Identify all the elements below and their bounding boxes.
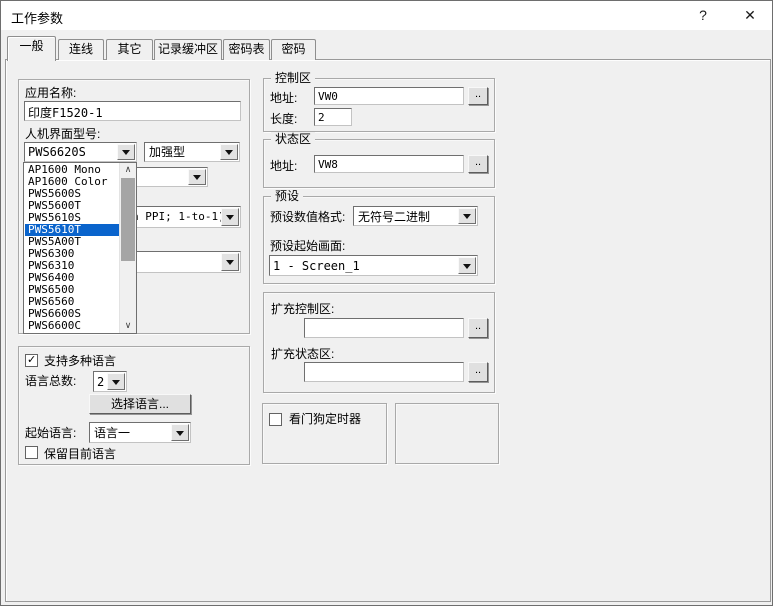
chevron-down-icon — [226, 215, 234, 224]
controller-value: a PPI; 1-to-1) — [132, 210, 224, 223]
hmi-model-dropdown-button[interactable] — [117, 144, 135, 160]
keep-language-label: 保留目前语言 — [44, 447, 116, 461]
preset-screen-label: 预设起始画面: — [270, 239, 345, 253]
extended-control-label: 扩充控制区: — [271, 302, 334, 316]
hmi-model-value: PWS6620S — [25, 143, 120, 159]
start-language-combobox[interactable]: 语言一 — [89, 422, 191, 443]
control-address-browse-button[interactable]: .. — [468, 87, 488, 105]
list-scrollbar[interactable]: ∧ ∨ — [119, 163, 136, 333]
chevron-down-icon — [225, 150, 233, 159]
model-type-dropdown-button[interactable] — [220, 144, 238, 160]
preset-screen-combobox[interactable]: 1 - Screen_1 — [269, 255, 478, 276]
control-area-legend: 控制区 — [271, 71, 315, 85]
close-button[interactable]: ✕ — [735, 5, 765, 25]
extended-status-browse-button[interactable]: .. — [468, 362, 488, 382]
preset-screen-dropdown-button[interactable] — [458, 257, 476, 274]
select-language-button[interactable]: 选择语言... — [89, 394, 191, 414]
app-name-input[interactable]: 印度F1520-1 — [24, 101, 241, 121]
preset-format-label: 预设数值格式: — [270, 210, 345, 224]
control-address-input[interactable]: VW0 — [314, 87, 464, 105]
help-button[interactable]: ? — [688, 5, 718, 25]
tab-password-table[interactable]: 密码表 — [223, 39, 270, 60]
tab-other[interactable]: 其它 — [106, 39, 153, 60]
dialog-title: 工作参数 — [11, 8, 63, 27]
scroll-up-icon[interactable]: ∧ — [120, 163, 136, 177]
status-address-input[interactable]: VW8 — [314, 155, 464, 173]
chevron-down-icon — [463, 264, 471, 273]
language-count-label: 语言总数: — [25, 374, 76, 388]
chevron-down-icon — [226, 260, 234, 269]
model-type-combobox[interactable]: 加强型 — [144, 142, 240, 162]
hmi-model-label: 人机界面型号: — [25, 127, 100, 141]
controller-dropdown-button[interactable] — [221, 208, 239, 226]
language-count-dropdown-button[interactable] — [107, 373, 125, 390]
extended-control-browse-button[interactable]: .. — [468, 318, 488, 338]
tab-general[interactable]: 一般 — [7, 36, 56, 61]
keep-language-checkbox[interactable] — [25, 446, 38, 459]
tab-password[interactable]: 密码 — [271, 39, 316, 60]
hmi-model-dropdown-list: AP1600 Mono AP1600 Color PWS5600S PWS560… — [23, 162, 137, 334]
title-bar — [1, 1, 772, 30]
model-list-items: AP1600 Mono AP1600 Color PWS5600S PWS560… — [25, 164, 119, 332]
scrollbar-thumb[interactable] — [121, 178, 135, 261]
row4-dropdown-button[interactable] — [221, 253, 239, 271]
extended-status-input[interactable] — [304, 362, 464, 382]
multi-language-checkbox[interactable] — [25, 354, 38, 367]
language-count-combobox[interactable]: 2 — [93, 371, 127, 392]
preset-screen-value: 1 - Screen_1 — [270, 256, 477, 273]
preset-format-combobox[interactable]: 无符号二进制 — [353, 206, 478, 226]
status-address-browse-button[interactable]: .. — [468, 155, 488, 173]
scroll-down-icon[interactable]: ∨ — [120, 319, 136, 333]
app-name-label: 应用名称: — [25, 86, 76, 100]
work-parameters-dialog: 工作参数 ? ✕ 一般 连线 其它 记录缓冲区 密码表 密码 应用名称: 印度F… — [0, 0, 773, 606]
chevron-down-icon — [176, 431, 184, 440]
watchdog-checkbox[interactable] — [269, 413, 282, 426]
chevron-down-icon — [463, 214, 471, 223]
preset-format-dropdown-button[interactable] — [458, 208, 476, 224]
start-language-label: 起始语言: — [25, 426, 76, 440]
control-length-input[interactable]: 2 — [314, 108, 352, 126]
tab-record-buffer[interactable]: 记录缓冲区 — [154, 39, 222, 60]
status-area-legend: 状态区 — [271, 132, 315, 146]
hmi-model-combobox[interactable]: PWS6620S — [24, 142, 137, 162]
model-list-item[interactable]: PWS6600C — [25, 320, 119, 332]
chevron-down-icon — [193, 175, 201, 184]
status-address-label: 地址: — [270, 159, 297, 173]
extended-control-input[interactable] — [304, 318, 464, 338]
tab-connection[interactable]: 连线 — [58, 39, 104, 60]
control-length-label: 长度: — [270, 112, 297, 126]
preset-legend: 预设 — [271, 189, 303, 203]
chevron-down-icon — [122, 150, 130, 159]
multi-language-label: 支持多种语言 — [44, 354, 116, 368]
watchdog-label: 看门狗定时器 — [289, 412, 361, 426]
chevron-down-icon — [112, 380, 120, 389]
extended-status-label: 扩充状态区: — [271, 347, 334, 361]
empty-box — [395, 403, 499, 464]
start-language-dropdown-button[interactable] — [171, 424, 189, 441]
control-address-label: 地址: — [270, 91, 297, 105]
row2-dropdown-button[interactable] — [188, 169, 206, 185]
